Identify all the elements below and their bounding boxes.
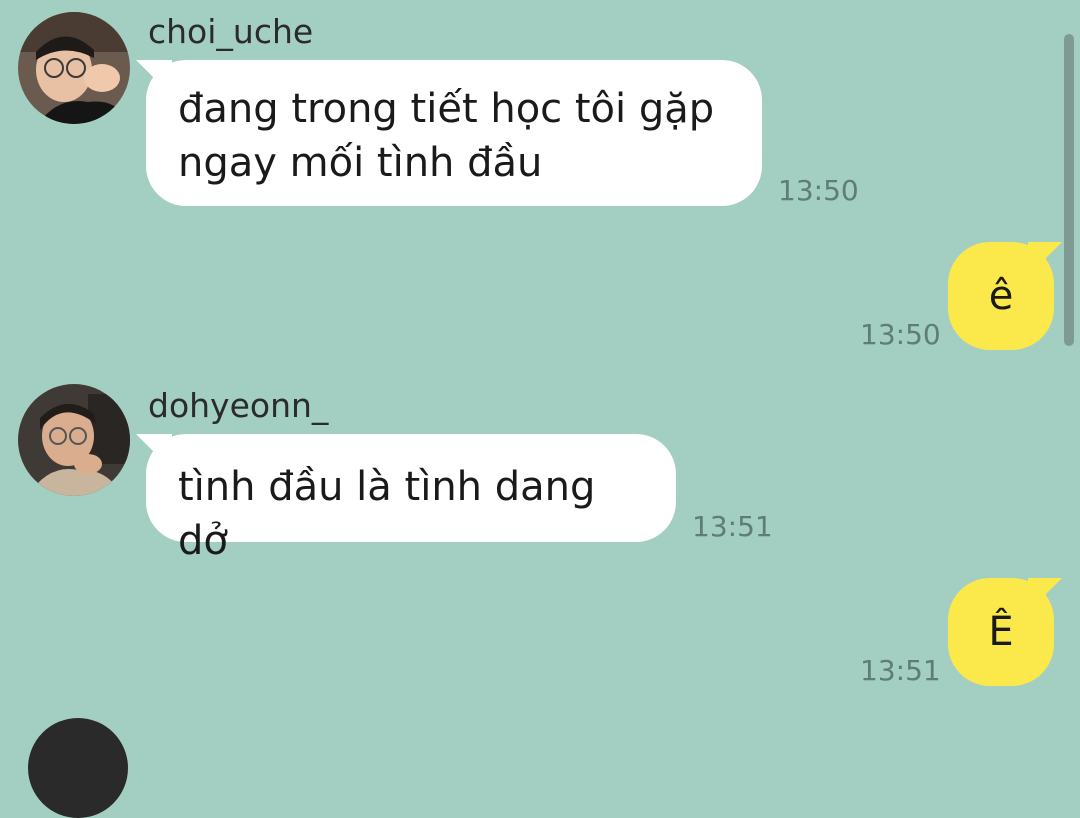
user-avatar-icon [18, 12, 130, 124]
message-timestamp: 13:50 [778, 174, 859, 207]
chat-thread[interactable]: choi_uche đang trong tiết học tôi gặp ng… [0, 0, 1080, 818]
message-text: tình đầu là tình dang dở [178, 464, 596, 564]
avatar[interactable] [18, 12, 130, 124]
scrollbar[interactable] [1064, 34, 1074, 346]
message-bubble[interactable]: tình đầu là tình dang dở [146, 434, 676, 564]
user-avatar-icon [28, 718, 128, 818]
sender-name: dohyeonn_ [148, 386, 329, 425]
message-bubble[interactable]: Ê [948, 578, 1054, 686]
user-avatar-icon [18, 384, 130, 496]
message-bubble[interactable]: đang trong tiết học tôi gặp ngay mối tìn… [146, 60, 762, 206]
message-timestamp: 13:51 [860, 654, 941, 687]
message-text: đang trong tiết học tôi gặp ngay mối tìn… [178, 86, 715, 186]
message-text: ê [988, 273, 1014, 319]
message-timestamp: 13:50 [860, 318, 941, 351]
sender-name: choi_uche [148, 12, 314, 51]
avatar[interactable] [28, 718, 128, 818]
message-timestamp: 13:51 [692, 510, 773, 543]
message-text: Ê [988, 609, 1014, 655]
message-bubble[interactable]: ê [948, 242, 1054, 350]
avatar[interactable] [18, 384, 130, 496]
